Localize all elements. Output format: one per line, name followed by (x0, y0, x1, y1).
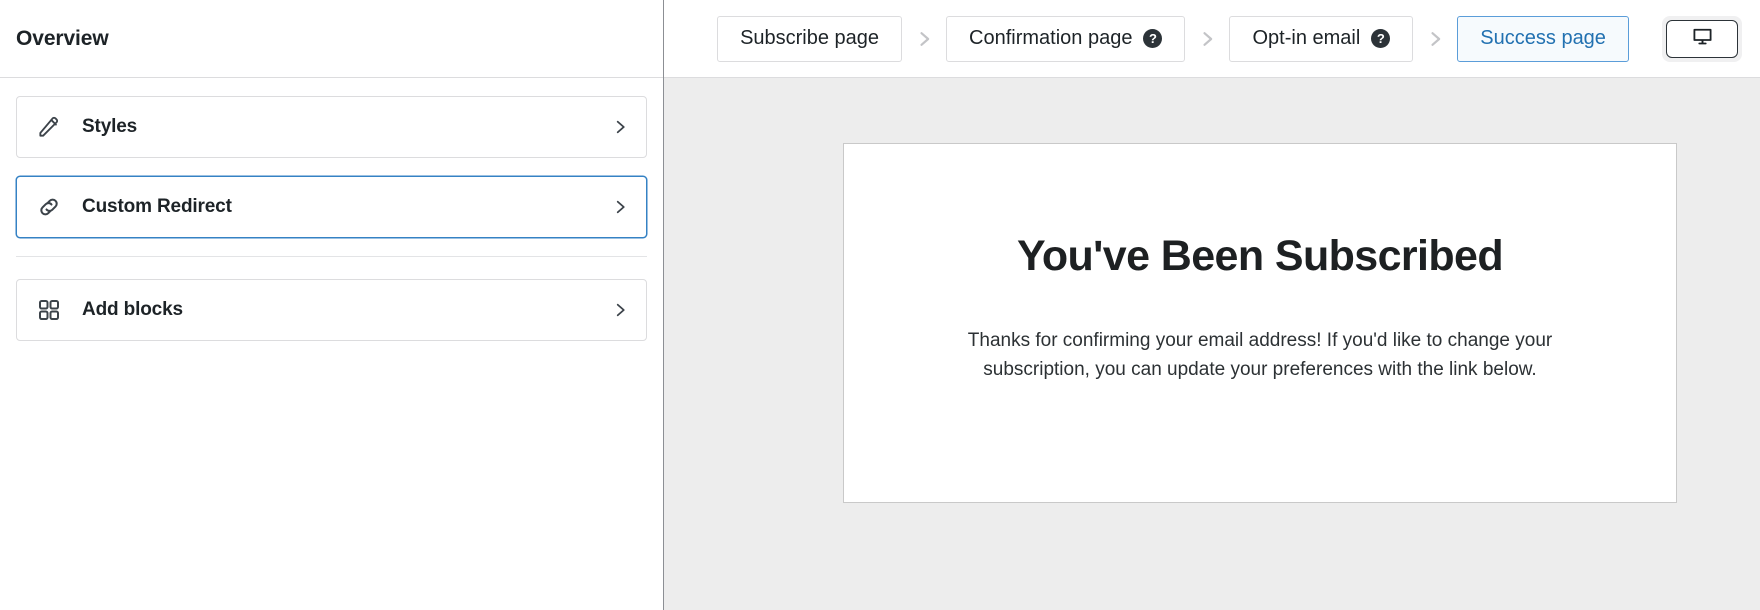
tab-confirmation-page[interactable]: Confirmation page ? (946, 16, 1185, 62)
chevron-right-icon (902, 29, 946, 49)
desktop-preview-button[interactable] (1666, 20, 1738, 58)
chevron-right-icon (610, 197, 630, 217)
sidebar-header: Overview (0, 0, 663, 78)
preview-body-text: Thanks for confirming your email address… (916, 281, 1604, 384)
pencil-icon (35, 113, 63, 141)
step-navigation-bar: Subscribe page Confirmation page ? (664, 0, 1760, 78)
preview-canvas: You've Been Subscribed Thanks for confir… (664, 78, 1760, 610)
sidebar-item-styles[interactable]: Styles (16, 96, 647, 158)
sidebar-item-label: Styles (82, 116, 610, 138)
sidebar-item-label: Add blocks (82, 299, 610, 321)
main-content: Subscribe page Confirmation page ? (664, 0, 1760, 610)
app-root: Overview Styles (0, 0, 1760, 610)
help-icon[interactable]: ? (1371, 29, 1390, 48)
tab-opt-in-email[interactable]: Opt-in email ? (1229, 16, 1413, 62)
sidebar-divider (16, 256, 647, 257)
help-icon[interactable]: ? (1143, 29, 1162, 48)
tab-label: Confirmation page (969, 27, 1132, 50)
page-title: Overview (16, 27, 109, 51)
success-page-preview: You've Been Subscribed Thanks for confir… (843, 143, 1677, 503)
sidebar: Overview Styles (0, 0, 664, 610)
tab-label: Subscribe page (740, 27, 879, 50)
grid-blocks-icon (35, 296, 63, 324)
tab-label: Opt-in email (1252, 27, 1360, 50)
chevron-right-icon (1185, 29, 1229, 49)
tab-label: Success page (1480, 27, 1606, 50)
chevron-right-icon (1413, 29, 1457, 49)
sidebar-item-custom-redirect[interactable]: Custom Redirect (16, 176, 647, 238)
chevron-right-icon (610, 117, 630, 137)
preview-heading: You've Been Subscribed (916, 204, 1604, 281)
link-icon (35, 193, 63, 221)
tab-success-page[interactable]: Success page (1457, 16, 1629, 62)
chevron-right-icon (610, 300, 630, 320)
sidebar-item-label: Custom Redirect (82, 196, 610, 218)
device-preview-switcher (1662, 16, 1742, 62)
step-tabs: Subscribe page Confirmation page ? (664, 16, 1742, 62)
desktop-icon (1691, 25, 1714, 53)
sidebar-nav-list: Styles Custom Redirect (0, 78, 663, 359)
tab-subscribe-page[interactable]: Subscribe page (717, 16, 902, 62)
sidebar-item-add-blocks[interactable]: Add blocks (16, 279, 647, 341)
